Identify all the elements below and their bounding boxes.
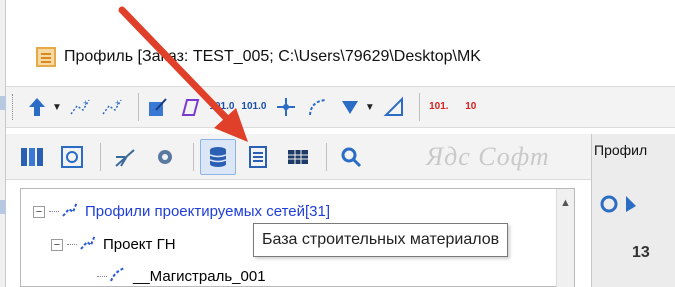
tree-collapse-toggle[interactable]: − (33, 205, 45, 218)
toolbar-separator (418, 93, 420, 121)
tooltip: База строительных материалов (253, 223, 509, 257)
right-pane-number: 13 (632, 244, 650, 261)
numeric-red-icon-2[interactable]: 10 (458, 92, 484, 122)
tree-item-project[interactable]: − Проект ГН (51, 233, 176, 256)
tree-label-project: Проект ГН (103, 236, 176, 253)
watermark-text: Ядс Софт (426, 142, 550, 171)
target-frame-icon[interactable] (54, 139, 90, 175)
curve-icon[interactable] (305, 92, 331, 122)
search-icon[interactable] (333, 139, 369, 175)
app-icon (36, 47, 56, 67)
numeric-red-icon[interactable]: 101. (426, 92, 452, 122)
node-insert-icon[interactable]: + (100, 92, 126, 122)
book-icon[interactable] (14, 139, 50, 175)
network-tree-icon (79, 233, 97, 256)
window-title-bar[interactable]: Профиль [Заказ: TEST_005; C:\Users\79629… (6, 40, 675, 74)
chevron-down-icon[interactable]: ▼ (52, 102, 62, 113)
toolbar-separator (326, 142, 327, 171)
svg-text:+: + (83, 98, 88, 108)
arrow-up-icon[interactable] (24, 92, 50, 122)
crosshair-icon[interactable] (273, 92, 299, 122)
tab-profile[interactable]: Профил (594, 142, 647, 158)
network-icon[interactable] (107, 139, 143, 175)
triangle-down-icon[interactable] (337, 92, 363, 122)
scroll-up-arrow-icon[interactable]: ▲ (560, 197, 571, 209)
angle-tool-icon[interactable] (381, 92, 407, 122)
document-list-icon[interactable] (240, 139, 276, 175)
numeric-level-dots-icon[interactable]: 101.0 (241, 92, 267, 122)
tree-item-root[interactable]: − Профили проектируемых сетей[31] (33, 200, 330, 223)
secondary-toolbar: Ядс Софт (6, 134, 591, 180)
right-pane: Профил 13 (591, 134, 675, 287)
tree-item-main[interactable]: __Магистраль_001 (97, 265, 266, 287)
toolbar-separator (100, 142, 101, 171)
tree-collapse-toggle[interactable]: − (51, 238, 63, 251)
tree-scrollbar[interactable]: ▲ (556, 189, 574, 287)
table-icon[interactable] (280, 139, 316, 175)
pipeline-icon (109, 265, 127, 287)
window-title: Профиль [Заказ: TEST_005; C:\Users\79629… (64, 48, 481, 65)
tree-label-main: __Магистраль_001 (133, 268, 266, 285)
toolbar-grip[interactable] (12, 94, 16, 120)
network-tree-icon (61, 200, 79, 223)
svg-text:+: + (115, 98, 120, 108)
pencil-square-icon[interactable] (145, 92, 171, 122)
toolbar-separator (137, 93, 139, 121)
edit-shape-icon[interactable] (177, 92, 203, 122)
refresh-icon[interactable] (600, 192, 640, 221)
node-add-icon[interactable]: + (68, 92, 94, 122)
edge-chip (0, 200, 6, 214)
database-icon[interactable] (200, 138, 236, 175)
toolbar-separator (193, 142, 194, 171)
gear-icon[interactable] (147, 139, 183, 175)
main-toolbar: ▼ + + 101.0 101.0 ▼ 101. 10 (6, 86, 675, 128)
tree-label-root: Профили проектируемых сетей[31] (85, 203, 331, 220)
chevron-down-icon[interactable]: ▼ (365, 102, 375, 113)
numeric-level-icon[interactable]: 101.0 (209, 92, 235, 122)
